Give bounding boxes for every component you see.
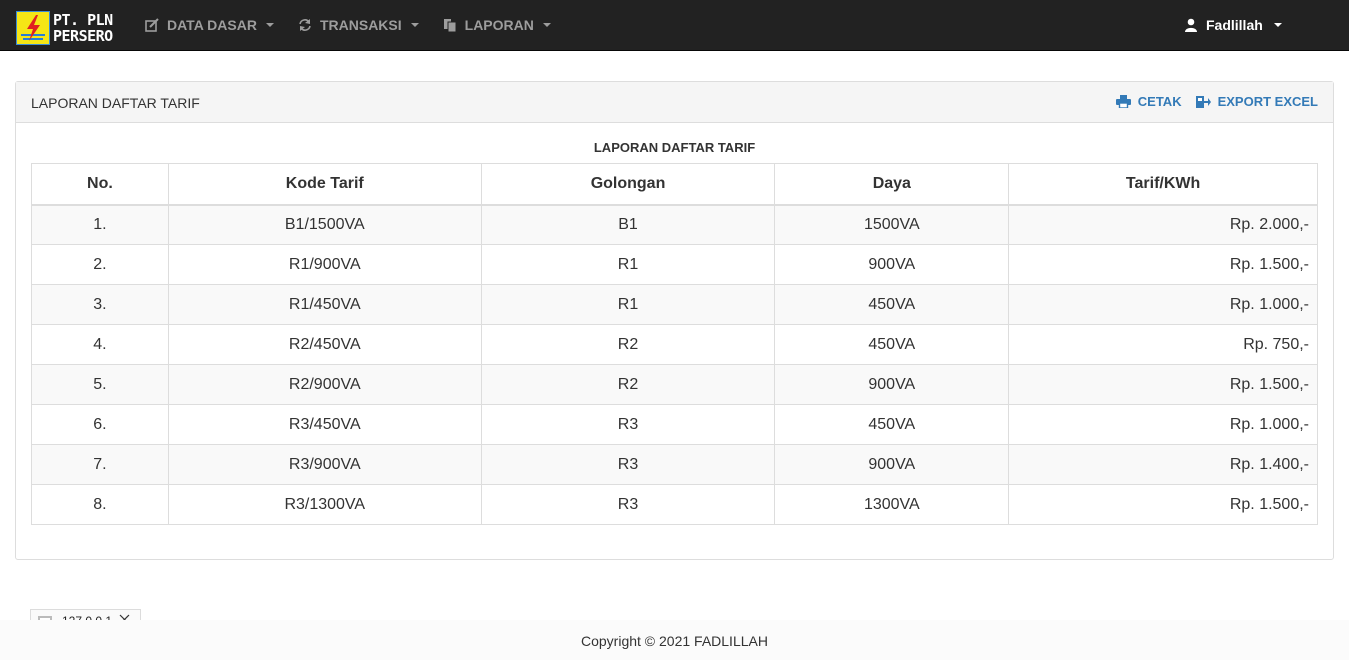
panel-title: LAPORAN DAFTAR TARIF <box>31 95 200 111</box>
brand-text: PT. PLN PERSERO <box>53 12 113 44</box>
cell-tarif-kwh: Rp. 1.000,- <box>1008 284 1318 325</box>
report-title: LAPORAN DAFTAR TARIF <box>593 140 756 155</box>
cell-daya: 900VA <box>774 444 1010 485</box>
cell-no: 1. <box>31 204 169 245</box>
table-header-row: No. Kode Tarif Golongan Daya Tarif/KWh <box>31 163 1318 206</box>
user-menu[interactable]: Fadlillah <box>1172 0 1294 50</box>
brand[interactable]: PT. PLN PERSERO <box>16 10 113 46</box>
nav-data-dasar-label: DATA DASAR <box>167 17 257 33</box>
cell-no: 6. <box>31 404 169 445</box>
chevron-down-icon <box>1273 23 1282 27</box>
cell-no: 5. <box>31 364 169 405</box>
export-icon <box>1195 96 1211 108</box>
table-row: 7. R3/900VA R3 900VA Rp. 1.400,- <box>31 444 1318 485</box>
refresh-icon <box>298 18 312 32</box>
col-header-kode-tarif: Kode Tarif <box>167 163 482 206</box>
cell-daya: 900VA <box>774 364 1010 405</box>
table-row: 3. R1/450VA R1 450VA Rp. 1.000,- <box>31 284 1318 325</box>
chevron-down-icon <box>265 23 274 27</box>
cell-tarif-kwh: Rp. 2.000,- <box>1008 204 1318 245</box>
cell-kode-tarif: R1/450VA <box>167 284 482 325</box>
nav-laporan[interactable]: LAPORAN <box>431 0 563 50</box>
brand-line-1: PT. PLN <box>53 11 113 29</box>
pln-logo-icon <box>16 11 50 45</box>
cell-no: 4. <box>31 324 169 365</box>
cell-golongan: B1 <box>480 204 776 245</box>
export-label: EXPORT EXCEL <box>1217 94 1318 109</box>
table-row: 1. B1/1500VA B1 1500VA Rp. 2.000,- <box>31 204 1318 245</box>
cell-no: 8. <box>31 484 169 525</box>
cell-golongan: R2 <box>480 364 776 405</box>
cell-tarif-kwh: Rp. 750,- <box>1008 324 1318 365</box>
cell-golongan: R1 <box>480 244 776 285</box>
col-header-tarif-kwh: Tarif/KWh <box>1008 163 1318 206</box>
copyright-text: Copyright © 2021 FADLILLAH <box>581 633 768 649</box>
panel-actions: CETAK EXPORT EXCEL <box>1102 94 1318 109</box>
cell-golongan: R3 <box>480 484 776 525</box>
cell-tarif-kwh: Rp. 1.500,- <box>1008 364 1318 405</box>
brand-line-2: PERSERO <box>53 27 113 45</box>
table-row: 2. R1/900VA R1 900VA Rp. 1.500,- <box>31 244 1318 285</box>
tariff-table: No. Kode Tarif Golongan Daya Tarif/KWh 1… <box>31 163 1318 525</box>
cell-golongan: R3 <box>480 404 776 445</box>
report-panel: LAPORAN DAFTAR TARIF CETAK EXPORT EXCEL <box>15 81 1334 560</box>
col-header-golongan: Golongan <box>480 163 776 206</box>
cell-golongan: R3 <box>480 444 776 485</box>
export-excel-button[interactable]: EXPORT EXCEL <box>1195 94 1318 109</box>
table-row: 4. R2/450VA R2 450VA Rp. 750,- <box>31 324 1318 365</box>
cell-tarif-kwh: Rp. 1.500,- <box>1008 484 1318 525</box>
cell-daya: 450VA <box>774 324 1010 365</box>
panel-heading: LAPORAN DAFTAR TARIF CETAK EXPORT EXCEL <box>16 82 1333 123</box>
cell-kode-tarif: R2/900VA <box>167 364 482 405</box>
cell-no: 2. <box>31 244 169 285</box>
cell-kode-tarif: R3/450VA <box>167 404 482 445</box>
cell-tarif-kwh: Rp. 1.500,- <box>1008 244 1318 285</box>
user-name: Fadlillah <box>1206 17 1263 33</box>
cell-tarif-kwh: Rp. 1.400,- <box>1008 444 1318 485</box>
nav-transaksi[interactable]: TRANSAKSI <box>286 0 431 50</box>
cell-golongan: R2 <box>480 324 776 365</box>
cell-kode-tarif: R3/1300VA <box>167 484 482 525</box>
col-header-no: No. <box>31 163 169 206</box>
print-label: CETAK <box>1137 94 1182 109</box>
cell-no: 7. <box>31 444 169 485</box>
nav-transaksi-label: TRANSAKSI <box>319 17 402 33</box>
main-menu: DATA DASAR TRANSAKSI LAPORAN <box>133 0 563 50</box>
nav-laporan-label: LAPORAN <box>464 17 534 33</box>
cell-daya: 450VA <box>774 284 1010 325</box>
chevron-down-icon <box>542 23 551 27</box>
cell-kode-tarif: R2/450VA <box>167 324 482 365</box>
footer: Copyright © 2021 FADLILLAH <box>0 620 1349 660</box>
print-button[interactable]: CETAK <box>1115 94 1182 109</box>
cell-no: 3. <box>31 284 169 325</box>
cell-kode-tarif: R3/900VA <box>167 444 482 485</box>
table-row: 5. R2/900VA R2 900VA Rp. 1.500,- <box>31 364 1318 405</box>
edit-icon <box>145 18 159 32</box>
cell-golongan: R1 <box>480 284 776 325</box>
nav-data-dasar[interactable]: DATA DASAR <box>133 0 286 50</box>
table-row: 8. R3/1300VA R3 1300VA Rp. 1.500,- <box>31 484 1318 525</box>
table-row: 6. R3/450VA R3 450VA Rp. 1.000,- <box>31 404 1318 445</box>
top-navbar: PT. PLN PERSERO DATA DASAR TRANSAKSI LAP… <box>0 0 1349 51</box>
cell-daya: 1300VA <box>774 484 1010 525</box>
cell-daya: 1500VA <box>774 204 1010 245</box>
cell-kode-tarif: B1/1500VA <box>167 204 482 245</box>
col-header-daya: Daya <box>774 163 1010 206</box>
printer-icon <box>1115 95 1131 108</box>
documents-icon <box>443 18 457 33</box>
user-icon <box>1184 18 1198 32</box>
cell-daya: 450VA <box>774 404 1010 445</box>
cell-tarif-kwh: Rp. 1.000,- <box>1008 404 1318 445</box>
cell-daya: 900VA <box>774 244 1010 285</box>
chevron-down-icon <box>410 23 419 27</box>
cell-kode-tarif: R1/900VA <box>167 244 482 285</box>
